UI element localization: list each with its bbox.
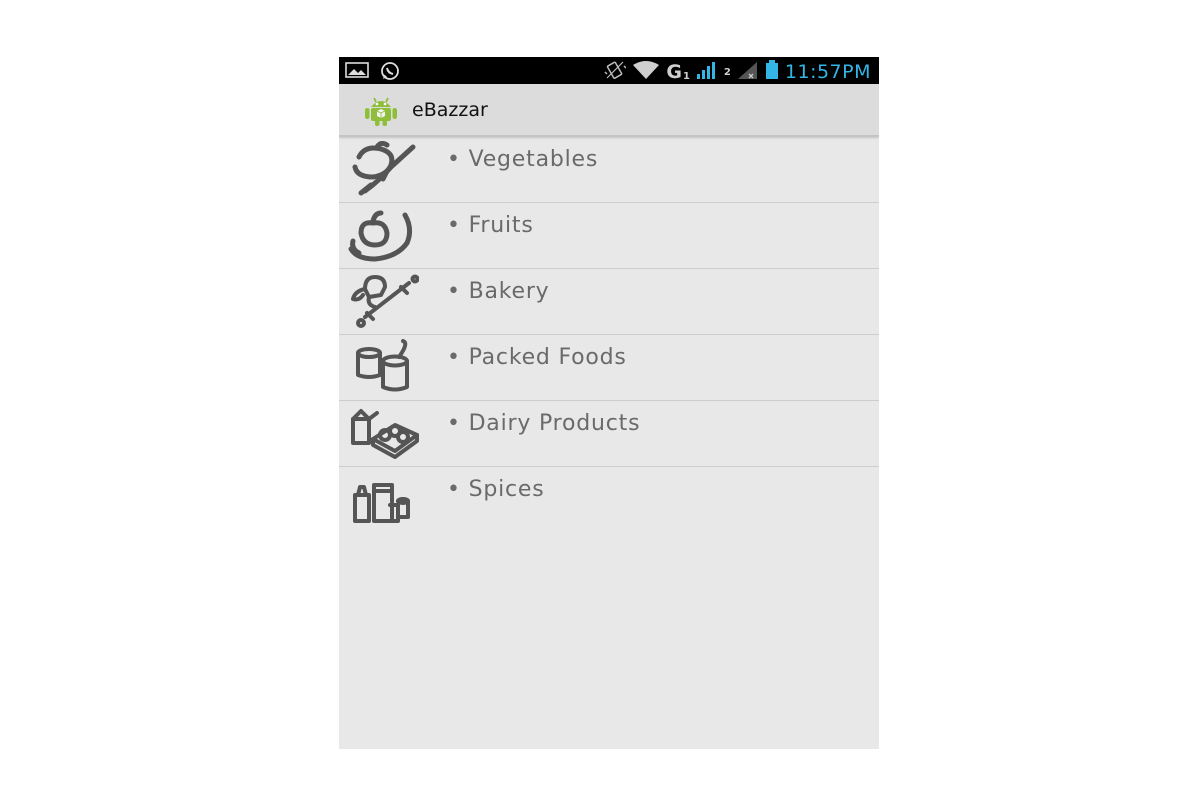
clock: 11:57PM [784,60,871,83]
category-item-packed-foods[interactable]: • Packed Foods [339,335,879,401]
fruits-icon [347,207,419,267]
status-bar: G 1 2 11:57PM [339,57,879,84]
category-item-bakery[interactable]: • Bakery [339,269,879,335]
dairy-products-icon [347,405,419,465]
battery-icon [765,60,779,84]
whatsapp-notification-icon [379,61,401,85]
vegetables-icon [347,140,419,201]
category-label: • Vegetables [447,147,599,172]
category-item-spices[interactable]: • Spices [339,467,879,532]
android-icon[interactable] [362,94,400,130]
category-item-vegetables[interactable]: • Vegetables [339,137,879,203]
category-label: • Packed Foods [447,345,627,370]
phone-screen: G 1 2 11:57PM eBazzar • Vegetables • Fru… [339,57,879,749]
bakery-icon [347,273,420,333]
sim2-label: 2 [723,66,731,78]
packed-foods-icon [347,339,419,399]
category-label: • Fruits [447,213,534,238]
vibrate-icon [604,60,627,84]
category-label: • Dairy Products [447,411,641,436]
category-list: • Vegetables • Fruits • Bakery • Packed … [339,137,879,532]
gallery-notification-icon [345,61,369,85]
action-bar: eBazzar [339,84,879,137]
category-item-fruits[interactable]: • Fruits [339,203,879,269]
signal-sim1-icon [696,60,718,84]
category-item-dairy-products[interactable]: • Dairy Products [339,401,879,467]
category-label: • Spices [447,477,545,502]
network-type: G 1 [666,61,690,83]
wifi-icon [632,60,660,84]
app-title: eBazzar [412,99,488,121]
spices-icon [347,471,419,531]
signal-sim2-icon [737,60,759,84]
category-label: • Bakery [447,279,550,304]
